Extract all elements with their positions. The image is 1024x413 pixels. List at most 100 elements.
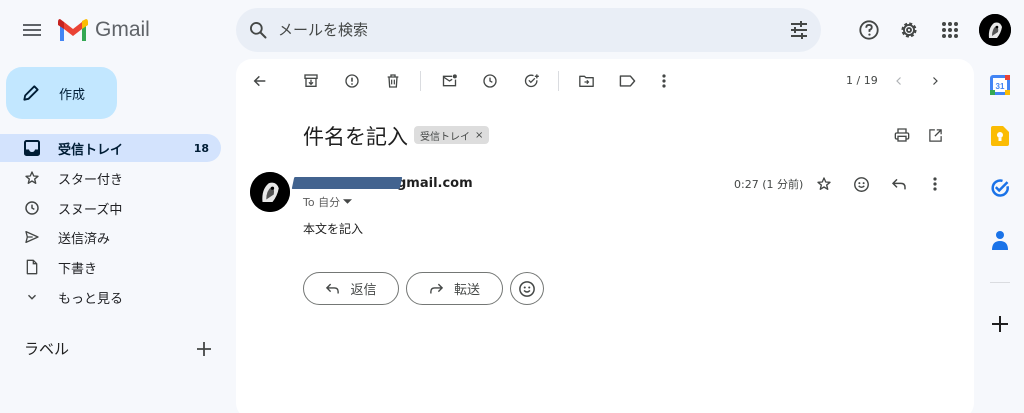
report-spam-button[interactable] <box>337 66 367 96</box>
avatar-image-icon <box>250 172 290 212</box>
tasks-icon <box>991 179 1009 197</box>
search-options-icon[interactable] <box>789 21 809 39</box>
labels-button[interactable] <box>612 66 642 96</box>
hamburger-icon <box>23 24 41 36</box>
reply-label: 返信 <box>350 283 377 298</box>
star-icon <box>817 177 831 190</box>
calendar-day: 31 <box>996 82 1005 91</box>
more-vert-icon <box>933 177 937 191</box>
sidebar-item-more[interactable]: もっと見る <box>0 283 221 311</box>
message-more-button[interactable] <box>920 169 950 199</box>
sidebar-item-label: 下書き <box>58 261 98 277</box>
add-to-tasks-button[interactable] <box>516 66 546 96</box>
redaction-overlay <box>291 177 403 189</box>
newer-button[interactable] <box>884 66 914 96</box>
email-body: 本文を記入 <box>303 222 364 236</box>
add-task-icon <box>524 74 539 88</box>
move-to-folder-icon <box>578 75 594 87</box>
forward-label: 転送 <box>453 283 480 298</box>
label-tag-icon <box>619 75 635 87</box>
report-icon <box>345 74 359 88</box>
sidebar-item-label: スヌーズ中 <box>58 202 123 218</box>
chevron-right-icon <box>933 77 938 85</box>
create-label-button[interactable] <box>194 339 214 359</box>
move-to-button[interactable] <box>571 66 601 96</box>
older-button[interactable] <box>920 66 950 96</box>
trash-icon <box>387 74 399 88</box>
sidebar-item-starred[interactable]: スター付き <box>0 164 221 192</box>
snooze-button[interactable] <box>475 66 505 96</box>
gmail-logo[interactable]: Gmail <box>58 14 150 46</box>
emoji-icon <box>519 280 535 297</box>
contacts-app-button[interactable] <box>988 228 1012 252</box>
help-icon <box>859 20 879 40</box>
keep-app-button[interactable] <box>988 124 1012 148</box>
sidebar-item-snoozed[interactable]: スヌーズ中 <box>0 194 221 222</box>
star-button[interactable] <box>809 169 839 199</box>
chevron-down-icon <box>22 287 42 307</box>
compose-label: 作成 <box>59 87 86 103</box>
clock-icon <box>22 198 42 218</box>
contacts-icon <box>992 231 1008 250</box>
send-icon <box>22 227 42 247</box>
sidebar-item-sent[interactable]: 送信済み <box>0 223 221 251</box>
sidebar-item-drafts[interactable]: 下書き <box>0 253 221 281</box>
arrow-left-icon <box>253 75 266 87</box>
back-button[interactable] <box>245 66 275 96</box>
delete-button[interactable] <box>378 66 408 96</box>
sidebar-item-label: もっと見る <box>58 291 124 307</box>
help-button[interactable] <box>849 10 889 50</box>
pagination-count: 1 / 19 <box>846 74 878 87</box>
emoji-icon <box>853 176 869 192</box>
forward-pill-button[interactable]: 転送 <box>406 272 503 305</box>
reply-icon <box>326 283 340 294</box>
main-menu-button[interactable] <box>12 10 52 50</box>
pencil-icon <box>23 85 39 101</box>
sender-avatar[interactable] <box>250 172 290 212</box>
sidebar-item-label: 受信トレイ <box>58 142 124 158</box>
toolbar-divider <box>420 71 421 91</box>
tasks-app-button[interactable] <box>988 176 1012 200</box>
more-vert-icon <box>662 74 666 88</box>
chevron-left-icon <box>896 77 901 85</box>
search-icon[interactable] <box>248 20 268 40</box>
plus-icon <box>992 316 1008 332</box>
sender-email[interactable]: gmail.com <box>397 176 473 191</box>
gmail-m-icon <box>58 19 88 41</box>
mark-unread-icon <box>442 74 457 87</box>
archive-button[interactable] <box>296 66 326 96</box>
get-addons-button[interactable] <box>988 312 1012 336</box>
recipient-text: To 自分 <box>303 196 341 209</box>
clock-icon <box>483 74 497 88</box>
print-all-button[interactable] <box>887 120 917 150</box>
mark-unread-button[interactable] <box>434 66 464 96</box>
forward-icon <box>430 283 444 294</box>
sidebar-item-inbox[interactable]: 受信トレイ 18 <box>0 134 221 162</box>
calendar-app-button[interactable]: 31 <box>988 73 1012 97</box>
inbox-label-chip[interactable]: 受信トレイ × <box>414 126 490 144</box>
search-bar[interactable] <box>236 8 821 52</box>
open-in-new-window-button[interactable] <box>920 120 950 150</box>
emoji-reaction-button[interactable] <box>510 272 544 305</box>
compose-button[interactable]: 作成 <box>6 67 117 119</box>
google-apps-button[interactable] <box>930 10 970 50</box>
print-icon <box>894 128 910 142</box>
search-input[interactable] <box>278 21 789 39</box>
more-actions-button[interactable] <box>649 66 679 96</box>
add-reaction-button[interactable] <box>846 169 876 199</box>
toolbar-divider <box>558 71 559 91</box>
recipient-details[interactable]: To 自分 <box>303 194 353 210</box>
sidebar-item-label: 送信済み <box>58 231 111 247</box>
remove-label-button[interactable]: × <box>475 130 483 141</box>
caret-down-icon <box>343 199 353 204</box>
reply-button[interactable] <box>884 169 914 199</box>
reply-icon <box>891 178 906 190</box>
inbox-icon <box>22 138 42 158</box>
email-subject: 件名を記入 <box>303 125 408 149</box>
calendar-icon: 31 <box>990 75 1010 95</box>
account-avatar[interactable] <box>979 14 1011 46</box>
apps-grid-icon <box>942 22 958 38</box>
settings-button[interactable] <box>889 10 929 50</box>
label-chip-text: 受信トレイ <box>420 131 470 143</box>
reply-pill-button[interactable]: 返信 <box>303 272 399 305</box>
